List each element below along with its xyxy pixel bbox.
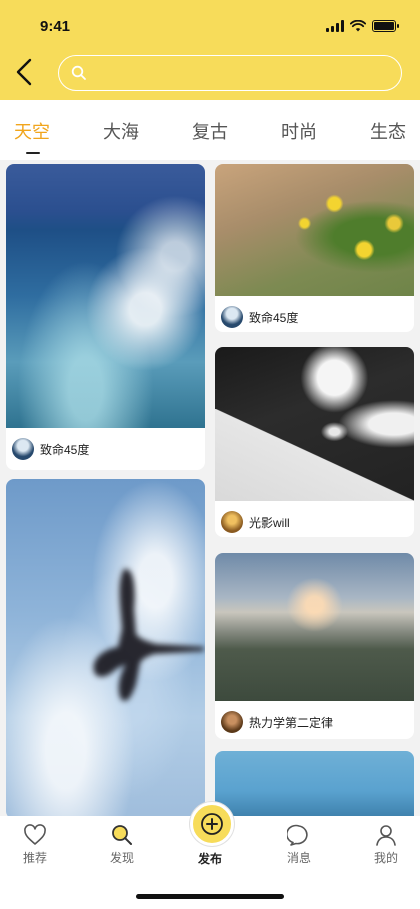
windmill-silhouette <box>93 568 204 701</box>
back-button[interactable] <box>10 56 38 88</box>
city-sunset-photo <box>215 553 414 701</box>
chevron-left-icon <box>16 58 32 86</box>
nav-label: 发现 <box>109 851 134 865</box>
sea-photo <box>215 751 414 816</box>
publish-button[interactable] <box>190 802 234 846</box>
author-name: 致命45度 <box>249 310 299 325</box>
photo-card[interactable]: 热力学第二定律 <box>215 553 414 739</box>
tab-ocean[interactable]: 大海 <box>103 118 139 144</box>
author-name: 热力学第二定律 <box>249 715 334 730</box>
nav-recommend[interactable]: 推荐 <box>7 824 63 866</box>
search-bar[interactable] <box>58 55 402 91</box>
nav-publish[interactable]: 发布 <box>182 848 238 867</box>
tab-ecology[interactable]: 生态 <box>370 118 406 144</box>
active-tab-indicator <box>26 152 40 154</box>
card-author[interactable]: 致命45度 <box>221 306 298 328</box>
tab-sky[interactable]: 天空 <box>14 118 50 144</box>
photo-card[interactable]: 致命45度 <box>215 164 414 332</box>
nav-profile[interactable]: 我的 <box>358 824 414 866</box>
status-time: 9:41 <box>40 18 71 35</box>
chat-icon <box>287 824 308 846</box>
building-clouds-photo <box>215 347 414 501</box>
search-input[interactable] <box>93 65 383 81</box>
status-bar: 9:41 <box>0 0 420 48</box>
avatar <box>12 438 34 460</box>
photo-card[interactable] <box>6 479 205 816</box>
category-tabs: 天空 大海 复古 时尚 生态 <box>0 100 420 160</box>
tab-retro[interactable]: 复古 <box>192 118 228 144</box>
plus-icon <box>201 813 223 835</box>
avatar <box>221 711 243 733</box>
nav-discover[interactable]: 发现 <box>94 824 150 866</box>
nav-label: 推荐 <box>22 851 47 865</box>
nav-label: 我的 <box>373 851 398 865</box>
status-icons <box>326 20 399 32</box>
wifi-icon <box>350 20 366 32</box>
bottom-nav: 推荐 发现 发布 消息 我的 <box>0 802 420 909</box>
nav-label: 发布 <box>197 852 222 866</box>
avatar <box>221 511 243 533</box>
sky-windmill-photo <box>6 479 205 816</box>
author-name: 光影will <box>249 515 290 530</box>
photo-feed[interactable]: 致命45度 致命45度 光影will 热力学第二定律 <box>0 160 420 816</box>
search-icon <box>112 825 132 845</box>
ocean-photo <box>6 164 205 428</box>
avatar <box>221 306 243 328</box>
nav-label: 消息 <box>286 851 311 865</box>
photo-card[interactable] <box>215 751 414 816</box>
card-author[interactable]: 致命45度 <box>12 438 89 460</box>
signal-icon <box>326 20 344 32</box>
card-author[interactable]: 光影will <box>221 511 290 533</box>
tab-fashion[interactable]: 时尚 <box>281 118 317 144</box>
author-name: 致命45度 <box>40 442 90 457</box>
battery-icon <box>372 20 399 32</box>
nav-messages[interactable]: 消息 <box>271 824 327 866</box>
yellow-flowers-photo <box>215 164 414 296</box>
home-indicator <box>136 894 284 899</box>
photo-card[interactable]: 光影will <box>215 347 414 537</box>
card-author[interactable]: 热力学第二定律 <box>221 711 333 733</box>
search-icon <box>71 65 86 80</box>
heart-icon <box>24 824 46 845</box>
photo-card[interactable]: 致命45度 <box>6 164 205 470</box>
user-icon <box>376 825 396 846</box>
header: 9:41 <box>0 0 420 100</box>
